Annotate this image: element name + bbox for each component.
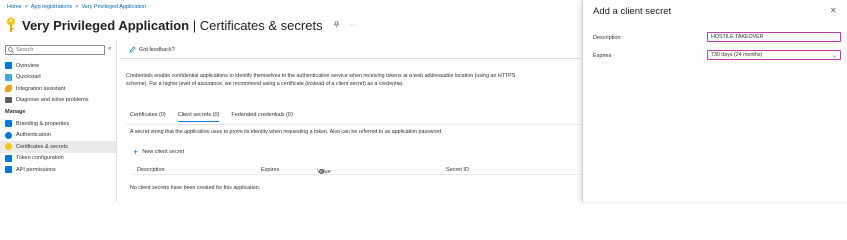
sidebar-item-diagnose[interactable]: Diagnose and solve problems bbox=[0, 95, 116, 107]
collapse-sidebar-icon[interactable]: « bbox=[108, 46, 111, 52]
pin-icon[interactable] bbox=[333, 21, 340, 30]
app-name: Very Privileged Application bbox=[22, 17, 190, 33]
table-header: Description Expires Value i Secret ID bbox=[130, 165, 580, 175]
tab-certificates[interactable]: Certificates (0) bbox=[130, 112, 166, 122]
tabs-divider bbox=[126, 124, 581, 125]
column-description: Description bbox=[137, 167, 165, 173]
breadcrumb-app[interactable]: Very Privileged Application bbox=[81, 4, 146, 10]
breadcrumb-separator: > bbox=[75, 4, 79, 10]
wrench-icon bbox=[5, 97, 12, 104]
divider bbox=[119, 58, 581, 59]
sidebar-item-integration-assistant[interactable]: Integration assistant bbox=[0, 83, 116, 95]
tab-description: A secret string that the application use… bbox=[130, 129, 443, 135]
info-icon[interactable]: i bbox=[319, 169, 324, 174]
search-icon bbox=[8, 47, 14, 53]
api-icon bbox=[5, 166, 12, 174]
plus-icon: + bbox=[133, 147, 139, 157]
new-client-secret-button[interactable]: + New client secret bbox=[133, 147, 185, 157]
sidebar-item-label: Authentication bbox=[16, 132, 51, 139]
add-client-secret-panel: Add a client secret ✕ Description Expire… bbox=[582, 0, 847, 202]
sidebar-item-branding[interactable]: Branding & properties bbox=[0, 118, 116, 130]
breadcrumb-separator: > bbox=[24, 4, 28, 10]
sidebar-section-manage: Manage bbox=[5, 109, 26, 115]
search-box[interactable] bbox=[5, 45, 105, 55]
tab-client-secrets[interactable]: Client secrets (0) bbox=[177, 112, 220, 122]
search-input[interactable] bbox=[16, 47, 101, 53]
nav-list: Overview Quickstart Integration assistan… bbox=[0, 60, 116, 176]
sidebar-item-label: Branding & properties bbox=[16, 120, 70, 127]
sidebar-item-certificates-secrets[interactable]: Certificates & secrets bbox=[0, 141, 116, 153]
breadcrumb-app-registrations[interactable]: App registrations bbox=[31, 4, 72, 10]
sidebar-item-label: Diagnose and solve problems bbox=[16, 97, 89, 104]
sidebar-item-token-configuration[interactable]: Token configuration bbox=[0, 153, 116, 165]
page-header: Very Privileged Application | Certificat… bbox=[6, 15, 357, 35]
chevron-down-icon: ⌄ bbox=[831, 52, 837, 59]
feedback-label: Got feedback? bbox=[139, 46, 175, 53]
column-secret-id: Secret ID bbox=[446, 167, 469, 173]
intro-line-2: scheme). For a higher level of assurance… bbox=[126, 81, 404, 87]
sidebar-item-label: Certificates & secrets bbox=[16, 143, 68, 150]
column-expires: Expires bbox=[261, 167, 280, 173]
sidebar-item-label: API permissions bbox=[16, 166, 56, 173]
sidebar-item-label: Integration assistant bbox=[16, 85, 66, 92]
sidebar-item-label: Quickstart bbox=[16, 74, 41, 81]
overview-icon bbox=[5, 62, 12, 70]
sidebar: « Overview Quickstart Integration assist… bbox=[0, 42, 117, 202]
more-options-icon[interactable]: ··· bbox=[350, 22, 357, 29]
rocket-icon bbox=[5, 85, 12, 93]
intro-text: Credentials enable confidential applicat… bbox=[126, 72, 576, 88]
sidebar-item-authentication[interactable]: Authentication bbox=[0, 130, 116, 142]
page-title: Very Privileged Application | Certificat… bbox=[22, 18, 323, 33]
empty-message: No client secrets have been created for … bbox=[130, 185, 261, 191]
branding-icon bbox=[5, 120, 12, 128]
sidebar-item-quickstart[interactable]: Quickstart bbox=[0, 72, 116, 84]
expires-value: 730 days (24 months) bbox=[711, 52, 763, 58]
new-client-secret-label: New client secret bbox=[142, 149, 185, 155]
tab-federated-credentials[interactable]: Federated credentials (0) bbox=[231, 112, 292, 122]
key-icon bbox=[5, 143, 12, 151]
close-icon[interactable]: ✕ bbox=[830, 6, 837, 15]
sidebar-item-label: Token configuration bbox=[16, 155, 64, 162]
sidebar-item-overview[interactable]: Overview bbox=[0, 60, 116, 72]
breadcrumb-home[interactable]: Home bbox=[7, 4, 22, 10]
feedback-icon bbox=[129, 46, 136, 53]
expires-select[interactable]: 730 days (24 months) ⌄ bbox=[707, 50, 841, 60]
key-icon bbox=[7, 17, 15, 32]
quickstart-icon bbox=[5, 73, 12, 81]
page-name: | Certificates & secrets bbox=[192, 17, 323, 33]
sidebar-item-api-permissions[interactable]: API permissions bbox=[0, 164, 116, 176]
credential-tabs: Certificates (0) Client secrets (0) Fede… bbox=[130, 112, 293, 122]
feedback-button[interactable]: Got feedback? bbox=[129, 46, 175, 53]
description-label: Description bbox=[593, 35, 621, 41]
token-icon bbox=[5, 154, 12, 162]
breadcrumb: Home > App registrations > Very Privileg… bbox=[7, 4, 146, 10]
sidebar-item-label: Overview bbox=[16, 62, 39, 69]
authentication-icon bbox=[5, 131, 12, 139]
description-field[interactable] bbox=[707, 32, 841, 42]
panel-title: Add a client secret bbox=[593, 6, 672, 17]
expires-label: Expires bbox=[593, 53, 612, 59]
intro-line-1: Credentials enable confidential applicat… bbox=[126, 73, 516, 79]
main-content: Got feedback? Credentials enable confide… bbox=[119, 42, 581, 202]
